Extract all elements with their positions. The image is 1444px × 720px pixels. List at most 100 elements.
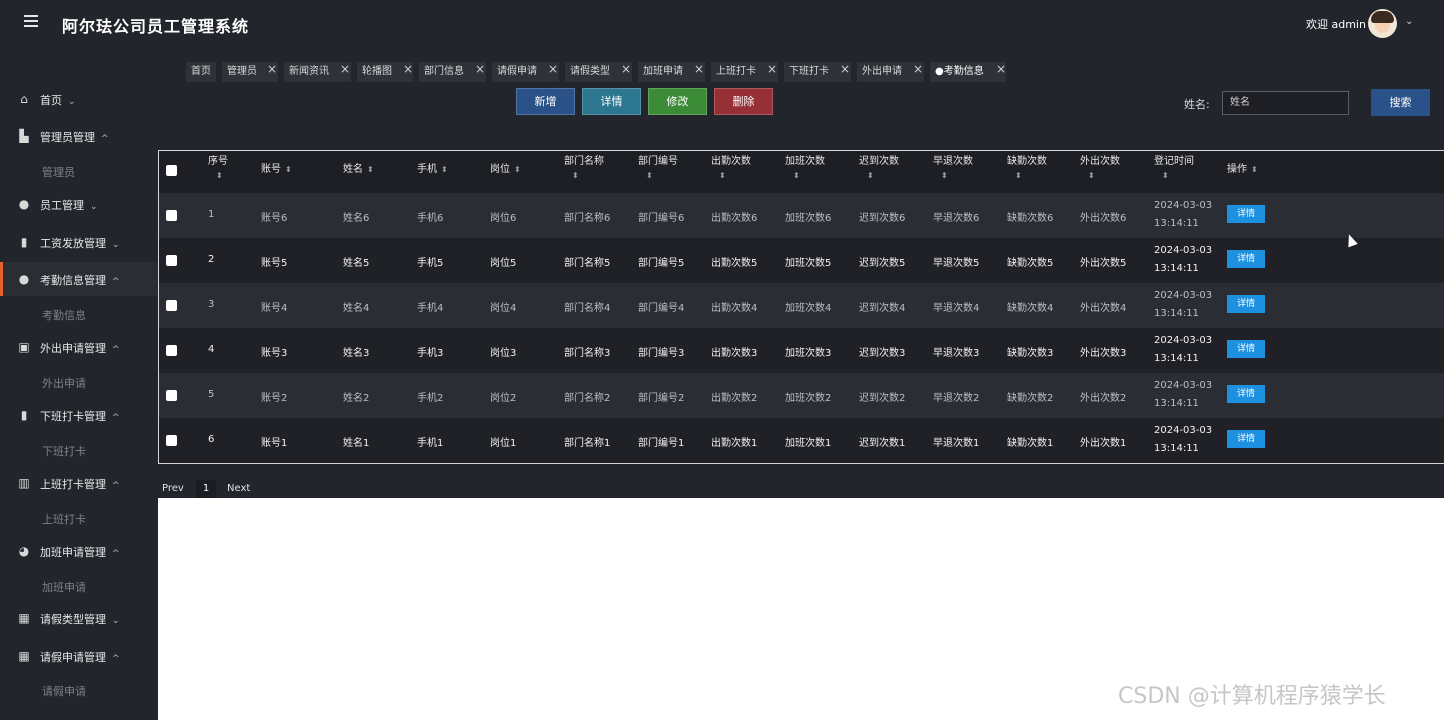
sort-icon[interactable]: ⬍ [719,169,751,183]
row-checkbox[interactable] [166,390,177,401]
tab-outing[interactable]: 外出申请 × [857,62,924,82]
sidebar-item-attendance-mgmt[interactable]: ● 考勤信息管理 ^ [0,262,158,296]
column-header[interactable]: 加班次数 ⬍ [785,155,825,183]
search-button[interactable]: 搜索 [1371,89,1430,116]
table-row[interactable]: 1 账号6 姓名6 手机6 岗位6 部门名称6 部门编号6 出勤次数6 加班次数6 迟到次数6 早退… [159,193,1444,238]
column-header[interactable]: 操作 ⬍ [1227,163,1258,177]
column-header[interactable]: 出勤次数 ⬍ [711,155,751,183]
sidebar-subitem-leave-apply[interactable]: 请假申请 [42,683,86,699]
tab-checkout[interactable]: 下班打卡 × [784,62,851,82]
tab-news[interactable]: 新闻资讯 × [284,62,351,82]
sidebar-item-home[interactable]: ⌂ 首页 ⌄ [0,82,158,116]
chevron-down-icon[interactable]: ⌄ [1405,16,1413,27]
column-header[interactable]: 迟到次数 ⬍ [859,155,899,183]
close-icon[interactable]: × [840,59,850,79]
sidebar-item-admin-mgmt[interactable]: ▙ 管理员管理 ^ [0,119,158,153]
tab-admin[interactable]: 管理员 × [222,62,278,82]
close-icon[interactable]: × [267,59,277,79]
sidebar-item-salary-mgmt[interactable]: ▮ 工资发放管理 ⌄ [0,225,158,259]
sidebar-subitem-overtime[interactable]: 加班申请 [42,579,86,595]
tab-dept-info[interactable]: 部门信息 × [419,62,486,82]
sort-icon[interactable]: ⬍ [1015,169,1047,183]
prev-page-button[interactable]: Prev [162,483,184,494]
column-header[interactable]: 手机 ⬍ [417,163,448,177]
column-header[interactable]: 账号 ⬍ [261,163,292,177]
delete-button[interactable]: 删除 [714,88,773,115]
close-icon[interactable]: × [403,59,413,79]
column-header[interactable]: 部门名称 ⬍ [564,155,604,183]
select-all-checkbox[interactable] [166,165,177,176]
sort-icon[interactable]: ⬍ [646,169,678,183]
search-input[interactable]: 姓名 [1222,91,1349,115]
sidebar-subitem-attendance[interactable]: 考勤信息 [42,307,86,323]
row-detail-button[interactable]: 详情 [1227,430,1265,448]
row-checkbox[interactable] [166,435,177,446]
row-checkbox[interactable] [166,255,177,266]
detail-button[interactable]: 详情 [582,88,641,115]
avatar[interactable] [1368,9,1397,38]
close-icon[interactable]: × [767,59,777,79]
sidebar-item-leave-type-mgmt[interactable]: ▦ 请假类型管理 ⌄ [0,601,158,635]
table-row[interactable]: 5 账号2 姓名2 手机2 岗位2 部门名称2 部门编号2 出勤次数2 加班次数2 迟到次数2 早退… [159,373,1444,418]
sidebar-item-checkout-mgmt[interactable]: ▮ 下班打卡管理 ^ [0,398,158,432]
column-header[interactable]: 序号 ⬍ [208,155,228,183]
next-page-button[interactable]: Next [227,483,250,494]
column-header[interactable]: 岗位 ⬍ [490,163,521,177]
close-icon[interactable]: × [621,59,631,79]
tab-home[interactable]: 首页 [186,62,216,82]
tab-overtime[interactable]: 加班申请 × [638,62,705,82]
table-row[interactable]: 6 账号1 姓名1 手机1 岗位1 部门名称1 部门编号1 出勤次数1 加班次数1 迟到次数1 早退… [159,418,1444,463]
column-header[interactable]: 登记时间 ⬍ [1154,155,1194,183]
sidebar-subitem-checkout[interactable]: 下班打卡 [42,443,86,459]
row-detail-button[interactable]: 详情 [1227,385,1265,403]
row-checkbox[interactable] [166,345,177,356]
sort-icon[interactable]: ⬍ [1251,163,1258,177]
sort-icon[interactable]: ⬍ [285,163,292,177]
tab-carousel[interactable]: 轮播图 × [357,62,413,82]
sort-icon[interactable]: ⬍ [867,169,899,183]
sidebar-item-overtime-mgmt[interactable]: ◕ 加班申请管理 ^ [0,534,158,568]
sidebar-item-checkin-mgmt[interactable]: ▥ 上班打卡管理 ^ [0,466,158,500]
sidebar-item-outing-mgmt[interactable]: ▣ 外出申请管理 ^ [0,330,158,364]
sort-icon[interactable]: ⬍ [572,169,604,183]
column-header[interactable]: 外出次数 ⬍ [1080,155,1120,183]
column-header[interactable]: 姓名 ⬍ [343,163,374,177]
row-checkbox[interactable] [166,300,177,311]
row-detail-button[interactable]: 详情 [1227,205,1265,223]
column-header[interactable]: 早退次数 ⬍ [933,155,973,183]
close-icon[interactable]: × [548,59,558,79]
table-row[interactable]: 3 账号4 姓名4 手机4 岗位4 部门名称4 部门编号4 出勤次数4 加班次数4 迟到次数4 早退… [159,283,1444,328]
sidebar-subitem-outing[interactable]: 外出申请 [42,375,86,391]
sidebar-item-leave-apply-mgmt[interactable]: ▦ 请假申请管理 ^ [0,639,158,673]
tab-leave-type[interactable]: 请假类型 × [565,62,632,82]
edit-button[interactable]: 修改 [648,88,707,115]
column-header[interactable]: 部门编号 ⬍ [638,155,678,183]
sidebar-subitem-admin[interactable]: 管理员 [42,164,75,180]
close-icon[interactable]: × [340,59,350,79]
column-header[interactable]: 缺勤次数 ⬍ [1007,155,1047,183]
sidebar-subitem-checkin[interactable]: 上班打卡 [42,511,86,527]
tab-attendance[interactable]: ●考勤信息 × [930,62,1006,82]
sort-icon[interactable]: ⬍ [514,163,521,177]
row-detail-button[interactable]: 详情 [1227,250,1265,268]
row-detail-button[interactable]: 详情 [1227,340,1265,358]
sidebar-item-employee-mgmt[interactable]: ● 员工管理 ⌄ [0,187,158,221]
close-icon[interactable]: × [475,59,485,79]
close-icon[interactable]: × [996,59,1006,79]
page-number-current[interactable]: 1 [196,480,216,498]
sort-icon[interactable]: ⬍ [1088,169,1120,183]
sort-icon[interactable]: ⬍ [441,163,448,177]
row-detail-button[interactable]: 详情 [1227,295,1265,313]
table-row[interactable]: 4 账号3 姓名3 手机3 岗位3 部门名称3 部门编号3 出勤次数3 加班次数3 迟到次数3 早退… [159,328,1444,373]
sort-icon[interactable]: ⬍ [941,169,973,183]
tab-checkin[interactable]: 上班打卡 × [711,62,778,82]
sort-icon[interactable]: ⬍ [216,169,228,183]
tab-leave-apply[interactable]: 请假申请 × [492,62,559,82]
sort-icon[interactable]: ⬍ [367,163,374,177]
add-button[interactable]: 新增 [516,88,575,115]
hamburger-icon[interactable] [24,15,38,27]
table-row[interactable]: 2 账号5 姓名5 手机5 岗位5 部门名称5 部门编号5 出勤次数5 加班次数5 迟到次数5 早退… [159,238,1444,283]
close-icon[interactable]: × [913,59,923,79]
close-icon[interactable]: × [694,59,704,79]
sort-icon[interactable]: ⬍ [793,169,825,183]
